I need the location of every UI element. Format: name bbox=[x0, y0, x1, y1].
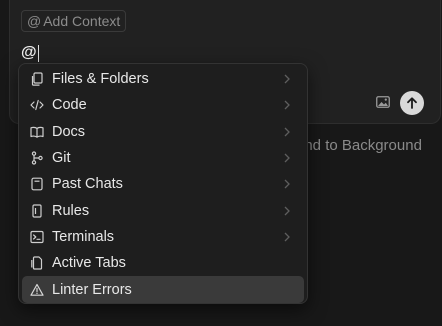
menu-item-code[interactable]: Code bbox=[22, 92, 304, 118]
add-context-button[interactable]: @ Add Context bbox=[21, 10, 127, 32]
menu-item-label: Active Tabs bbox=[52, 255, 126, 272]
menu-item-terminals[interactable]: Terminals bbox=[22, 224, 304, 250]
chat-panel: @ Add Context @ end to Background Files … bbox=[0, 0, 442, 326]
menu-item-label: Code bbox=[52, 97, 87, 114]
book-icon bbox=[30, 125, 44, 139]
menu-item-label: Rules bbox=[52, 202, 90, 219]
send-to-background-hint[interactable]: end to Background bbox=[296, 137, 422, 154]
chat-input[interactable]: @ bbox=[21, 43, 39, 63]
image-upload-button[interactable] bbox=[376, 95, 390, 109]
git-branch-icon bbox=[30, 151, 44, 165]
chat-input-value: @ bbox=[21, 44, 37, 61]
menu-item-label: Files & Folders bbox=[52, 71, 149, 88]
context-mention-menu: Files & Folders Code Docs Git Past Chats… bbox=[18, 63, 308, 304]
code-icon bbox=[30, 98, 44, 112]
at-symbol: @ bbox=[27, 13, 42, 29]
menu-item-label: Terminals bbox=[52, 228, 115, 245]
menu-item-active-tabs[interactable]: Active Tabs bbox=[22, 250, 304, 276]
chevron-right-icon bbox=[282, 232, 292, 242]
menu-item-label: Past Chats bbox=[52, 176, 123, 193]
menu-item-linter-errors[interactable]: Linter Errors bbox=[22, 276, 304, 303]
add-context-label: Add Context bbox=[43, 13, 121, 29]
menu-item-rules[interactable]: Rules bbox=[22, 197, 304, 223]
menu-item-docs[interactable]: Docs bbox=[22, 119, 304, 145]
chevron-right-icon bbox=[282, 100, 292, 110]
image-icon bbox=[376, 96, 390, 108]
menu-item-git[interactable]: Git bbox=[22, 145, 304, 171]
chevron-right-icon bbox=[282, 206, 292, 216]
arrow-up-icon bbox=[407, 97, 417, 109]
files-icon bbox=[30, 72, 44, 86]
menu-item-label: Docs bbox=[52, 123, 86, 140]
chevron-right-icon bbox=[282, 74, 292, 84]
chevron-right-icon bbox=[282, 153, 292, 163]
menu-item-label: Git bbox=[52, 150, 71, 167]
rules-icon bbox=[30, 204, 44, 218]
menu-item-past-chats[interactable]: Past Chats bbox=[22, 171, 304, 197]
warning-icon bbox=[30, 283, 44, 297]
send-button[interactable] bbox=[400, 91, 424, 115]
tabs-icon bbox=[30, 256, 44, 270]
menu-item-files-folders[interactable]: Files & Folders bbox=[22, 66, 304, 92]
terminal-icon bbox=[30, 230, 44, 244]
chevron-right-icon bbox=[282, 127, 292, 137]
chevron-right-icon bbox=[282, 179, 292, 189]
menu-item-label: Linter Errors bbox=[52, 281, 132, 298]
chat-history-icon bbox=[30, 177, 44, 191]
text-caret bbox=[37, 44, 39, 62]
